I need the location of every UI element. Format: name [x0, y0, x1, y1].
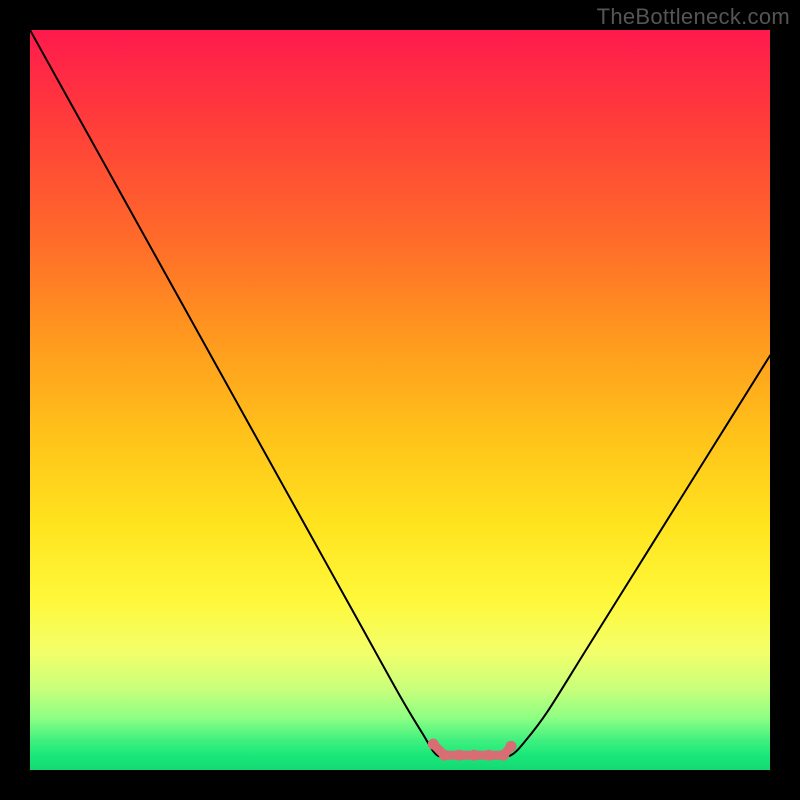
- plateau-highlight-dot: [439, 750, 450, 761]
- plateau-highlight-dot: [469, 750, 480, 761]
- plateau-highlight-dot: [498, 750, 509, 761]
- plot-area: [30, 30, 770, 770]
- bottleneck-curve-svg: [30, 30, 770, 770]
- chart-frame: TheBottleneck.com: [0, 0, 800, 800]
- plateau-highlight-dot: [428, 739, 439, 750]
- plateau-highlight-dot: [506, 741, 517, 752]
- plateau-highlight-dot: [454, 750, 465, 761]
- watermark-text: TheBottleneck.com: [597, 4, 790, 30]
- plateau-highlight-dot: [483, 750, 494, 761]
- bottleneck-curve-path: [30, 30, 770, 757]
- plateau-highlight: [428, 739, 517, 761]
